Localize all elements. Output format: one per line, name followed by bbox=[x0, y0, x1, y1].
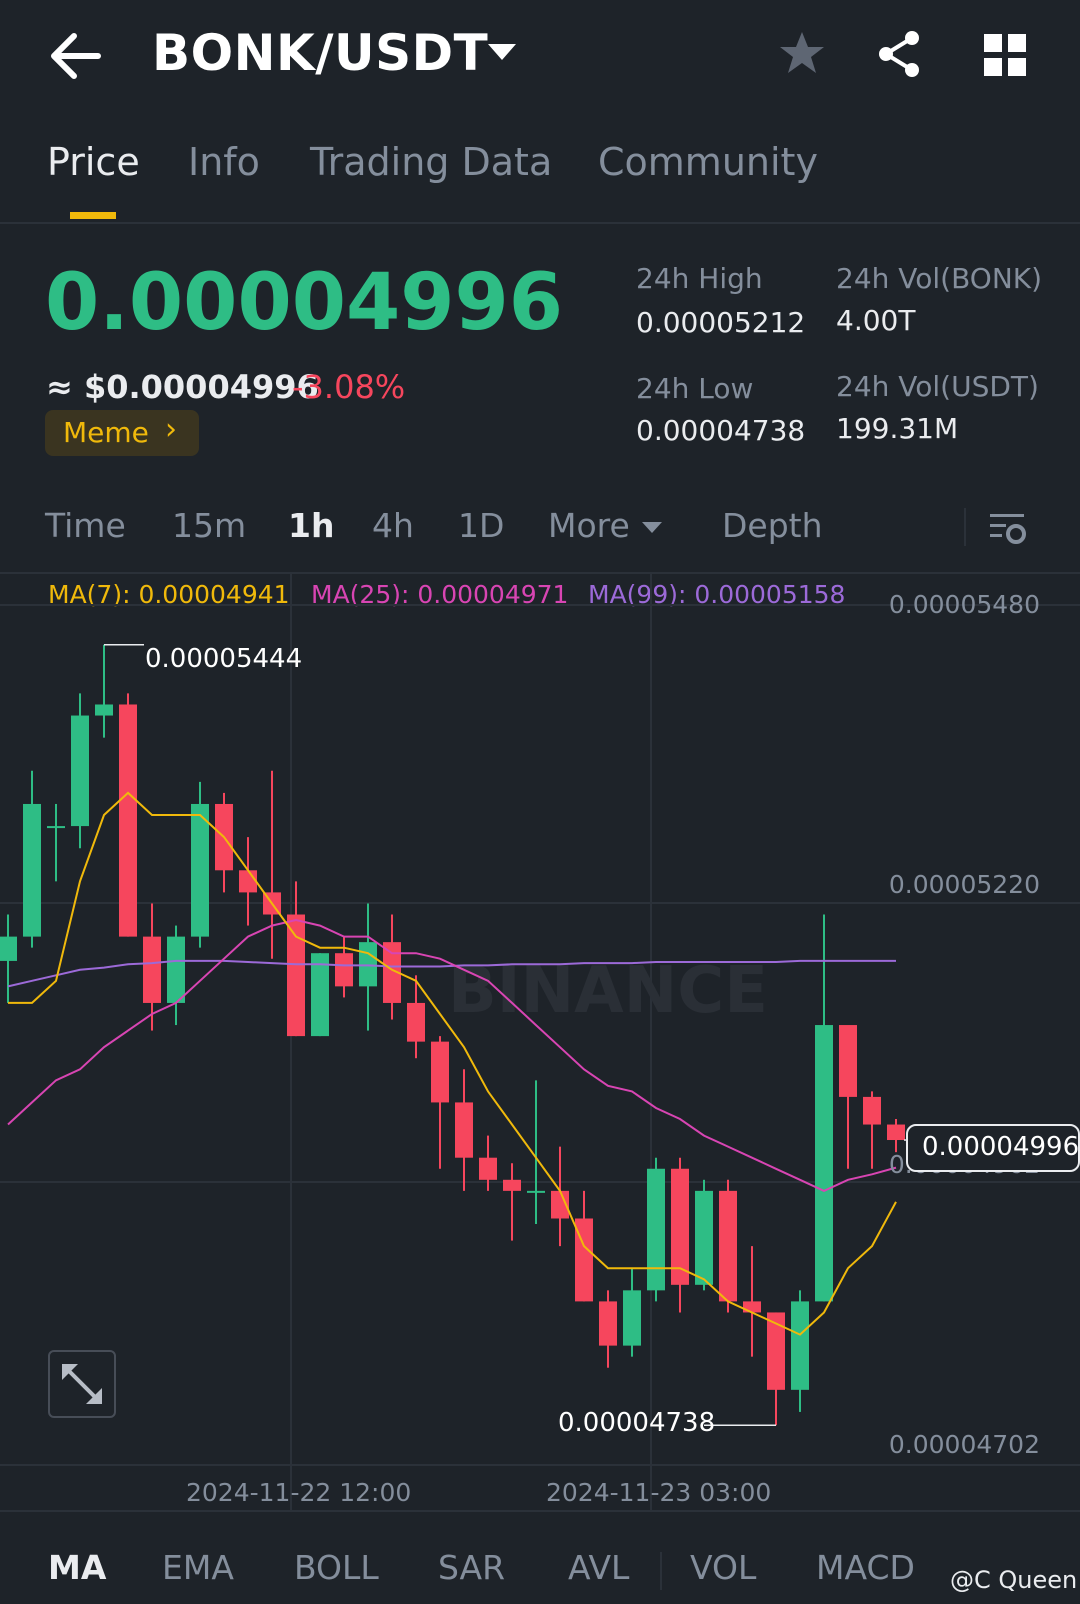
candle-body bbox=[359, 942, 377, 987]
meme-tag[interactable]: Meme › bbox=[45, 410, 199, 456]
interval-time[interactable]: Time bbox=[45, 506, 126, 545]
last-price-badge-label: 0.00004996 bbox=[922, 1132, 1080, 1162]
candle-body bbox=[695, 1190, 713, 1285]
low-label: 24h Low bbox=[636, 372, 754, 405]
usd-price: ≈ $0.00004996 bbox=[46, 368, 319, 406]
tab-active-indicator bbox=[70, 212, 116, 219]
y-tick-label: 0.00004702 bbox=[888, 1430, 1040, 1459]
interval-depth[interactable]: Depth bbox=[722, 506, 823, 545]
chart-settings-icon[interactable] bbox=[988, 508, 1028, 548]
vol-base-label: 24h Vol(BONK) bbox=[836, 262, 1043, 295]
expand-icon bbox=[62, 1364, 102, 1404]
indicator-vol[interactable]: VOL bbox=[690, 1548, 756, 1587]
candle-body bbox=[887, 1124, 905, 1141]
low-value: 0.00004738 bbox=[636, 414, 806, 447]
tab-trading-data[interactable]: Trading Data bbox=[310, 140, 552, 184]
interval-more[interactable]: More bbox=[548, 506, 630, 545]
candle-body bbox=[623, 1290, 641, 1346]
candle-body bbox=[743, 1301, 761, 1313]
candle-body bbox=[119, 704, 137, 937]
grid-icon[interactable] bbox=[980, 30, 1032, 82]
candle-body bbox=[167, 936, 185, 1003]
candle-body bbox=[335, 953, 353, 987]
candle-body bbox=[191, 803, 209, 937]
candle-body bbox=[23, 803, 41, 937]
candle-body bbox=[47, 826, 65, 829]
indicator-sar[interactable]: SAR bbox=[438, 1548, 505, 1587]
candle-body bbox=[455, 1102, 473, 1158]
tab-divider bbox=[0, 222, 1080, 224]
tab-price[interactable]: Price bbox=[47, 140, 140, 184]
high-label: 24h High bbox=[636, 262, 763, 295]
candle-body bbox=[287, 914, 305, 1037]
candle-body bbox=[143, 936, 161, 1003]
low-annotation: 0.00004738 bbox=[558, 1408, 716, 1438]
caret-down-icon[interactable] bbox=[488, 44, 516, 60]
vol-quote-value: 199.31M bbox=[836, 412, 959, 445]
pair-title[interactable]: BONK/USDT bbox=[152, 24, 488, 82]
candle-body bbox=[95, 704, 113, 716]
interval-1d[interactable]: 1D bbox=[458, 506, 504, 545]
user-watermark: @C Queen bbox=[950, 1566, 1078, 1594]
chart-bottom-divider bbox=[0, 1510, 1080, 1512]
chevron-right-icon: › bbox=[165, 412, 177, 447]
candle-body bbox=[527, 1190, 545, 1193]
indicator-boll[interactable]: BOLL bbox=[294, 1548, 379, 1587]
interval-15m[interactable]: 15m bbox=[172, 506, 246, 545]
interval-separator bbox=[964, 508, 966, 546]
candle-body bbox=[239, 870, 257, 893]
tab-community[interactable]: Community bbox=[598, 140, 818, 184]
candle-body bbox=[791, 1301, 809, 1390]
candle-body bbox=[863, 1096, 881, 1125]
candle-body bbox=[0, 936, 17, 961]
candle-body bbox=[71, 715, 89, 827]
x-tick-label: 2024-11-22 12:00 bbox=[186, 1478, 412, 1507]
interval-bar: Time 15m 1h 4h 1D More Depth bbox=[0, 500, 1080, 560]
indicator-ema[interactable]: EMA bbox=[162, 1548, 234, 1587]
indicator-macd[interactable]: MACD bbox=[816, 1548, 915, 1587]
ma7-line bbox=[8, 791, 897, 1336]
top-bar: BONK/USDT bbox=[0, 0, 1080, 110]
candle-body bbox=[719, 1190, 737, 1302]
meme-tag-label: Meme bbox=[63, 416, 149, 449]
candle-body bbox=[599, 1301, 617, 1346]
indicator-bar: MA EMA BOLL SAR AVL VOL MACD @C Queen bbox=[0, 1540, 1080, 1604]
candle-body bbox=[431, 1041, 449, 1103]
interval-4h[interactable]: 4h bbox=[372, 506, 414, 545]
candle-body bbox=[647, 1168, 665, 1291]
last-price: 0.00004996 bbox=[45, 258, 564, 348]
share-icon[interactable] bbox=[874, 28, 926, 80]
x-tick-label: 2024-11-23 03:00 bbox=[546, 1478, 772, 1507]
indicator-ma[interactable]: MA bbox=[48, 1548, 106, 1587]
candle-body bbox=[311, 953, 329, 1037]
candle-body bbox=[503, 1179, 521, 1191]
high-annotation: 0.00005444 bbox=[145, 644, 303, 674]
high-value: 0.00005212 bbox=[636, 306, 806, 339]
interval-1h[interactable]: 1h bbox=[288, 506, 334, 545]
candle-body bbox=[407, 1002, 425, 1042]
candle-body bbox=[479, 1157, 497, 1180]
candle-body bbox=[815, 1025, 833, 1302]
indicator-separator bbox=[660, 1552, 662, 1590]
expand-chart-button[interactable] bbox=[48, 1350, 116, 1418]
indicator-avl[interactable]: AVL bbox=[568, 1548, 629, 1587]
y-tick-label: 0.00005480 bbox=[888, 590, 1040, 619]
candlestick-chart[interactable]: BINANCE bbox=[0, 574, 1080, 1514]
candle-body bbox=[839, 1025, 857, 1097]
tab-bar: Price Info Trading Data Community bbox=[0, 140, 1080, 220]
star-icon[interactable] bbox=[776, 28, 828, 80]
price-change: -3.08% bbox=[292, 368, 406, 406]
vol-base-value: 4.00T bbox=[836, 304, 916, 337]
vol-quote-label: 24h Vol(USDT) bbox=[836, 370, 1039, 403]
last-price-badge: 0.00004996 bbox=[906, 1124, 1080, 1172]
back-arrow-icon[interactable] bbox=[48, 30, 104, 82]
tab-info[interactable]: Info bbox=[188, 140, 260, 184]
y-tick-label: 0.00005220 bbox=[888, 870, 1040, 899]
more-caret-icon[interactable] bbox=[642, 522, 662, 533]
